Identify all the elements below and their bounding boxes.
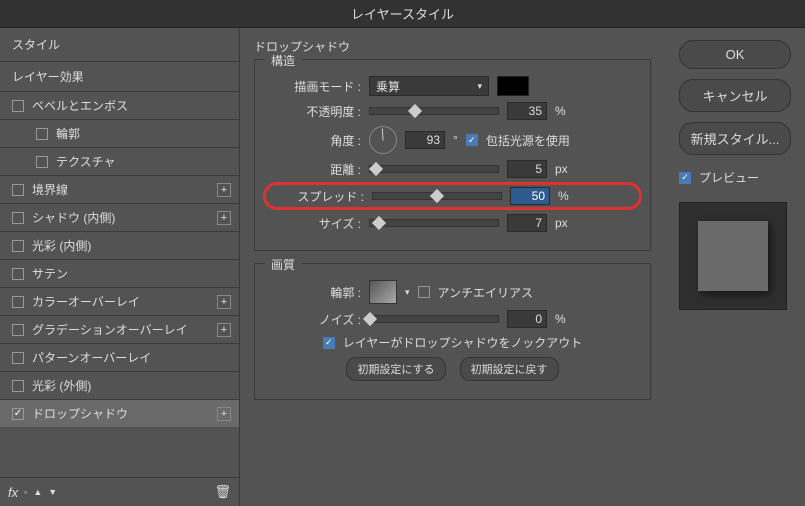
effect-heading: ドロップシャドウ bbox=[254, 38, 651, 55]
checkbox-icon[interactable] bbox=[12, 408, 24, 420]
sidebar-item-drop-shadow[interactable]: ドロップシャドウ+ bbox=[0, 399, 239, 427]
main-panel: ドロップシャドウ 構造 描画モード : 乗算▾ 不透明度 : % 角度 : ° … bbox=[240, 28, 665, 506]
reset-default-button[interactable]: 初期設定に戻す bbox=[460, 357, 559, 381]
spread-slider[interactable] bbox=[372, 192, 502, 200]
quality-panel: 画質 輪郭 : ▾ アンチエイリアス ノイズ : % レイヤーがドロップシャドウ… bbox=[254, 263, 651, 400]
structure-panel: 構造 描画モード : 乗算▾ 不透明度 : % 角度 : ° 包括光源を使用 bbox=[254, 59, 651, 251]
spread-label: スプレッド : bbox=[272, 188, 364, 205]
chevron-down-icon: ▾ bbox=[477, 81, 482, 92]
ok-button[interactable]: OK bbox=[679, 40, 791, 69]
checkbox-icon[interactable] bbox=[12, 184, 24, 196]
contour-label: 輪郭 : bbox=[269, 284, 361, 301]
noise-input[interactable] bbox=[507, 310, 547, 328]
arrow-down-icon[interactable]: ▼ bbox=[48, 487, 57, 497]
quality-legend: 画質 bbox=[265, 256, 301, 273]
fx-icon[interactable]: fx bbox=[8, 485, 18, 500]
noise-slider[interactable] bbox=[369, 315, 499, 323]
preview-box bbox=[679, 202, 787, 310]
opacity-slider[interactable] bbox=[369, 107, 499, 115]
sidebar-item-color-overlay[interactable]: カラーオーバーレイ+ bbox=[0, 287, 239, 315]
checkbox-icon[interactable] bbox=[12, 352, 24, 364]
sidebar-item-satin[interactable]: サテン bbox=[0, 259, 239, 287]
contour-picker[interactable] bbox=[369, 280, 397, 304]
sidebar-item-gradient-overlay[interactable]: グラデーションオーバーレイ+ bbox=[0, 315, 239, 343]
checkbox-icon[interactable] bbox=[36, 128, 48, 140]
cancel-button[interactable]: キャンセル bbox=[679, 79, 791, 112]
checkbox-icon[interactable] bbox=[12, 212, 24, 224]
new-style-button[interactable]: 新規スタイル... bbox=[679, 122, 791, 155]
sidebar-item-inner-shadow[interactable]: シャドウ (内側)+ bbox=[0, 203, 239, 231]
distance-slider[interactable] bbox=[369, 165, 499, 173]
plus-icon[interactable]: + bbox=[217, 295, 231, 309]
knockout-checkbox[interactable] bbox=[323, 337, 335, 349]
size-label: サイズ : bbox=[269, 215, 361, 232]
sidebar-item-inner-glow[interactable]: 光彩 (内側) bbox=[0, 231, 239, 259]
angle-label: 角度 : bbox=[269, 132, 361, 149]
blend-mode-dropdown[interactable]: 乗算▾ bbox=[369, 76, 489, 96]
sidebar-item-outer-glow[interactable]: 光彩 (外側) bbox=[0, 371, 239, 399]
distance-input[interactable] bbox=[507, 160, 547, 178]
checkbox-icon[interactable] bbox=[36, 156, 48, 168]
opacity-input[interactable] bbox=[507, 102, 547, 120]
blend-mode-label: 描画モード : bbox=[269, 78, 361, 95]
sidebar: スタイル レイヤー効果 ベベルとエンボス 輪郭 テクスチャ 境界線+ シャドウ … bbox=[0, 28, 240, 506]
sidebar-footer: fx▫ ▲ ▼ 🗑 bbox=[0, 477, 239, 506]
angle-dial[interactable] bbox=[369, 126, 397, 154]
antialias-label: アンチエイリアス bbox=[438, 284, 534, 301]
trash-icon[interactable]: 🗑 bbox=[214, 484, 231, 500]
sidebar-styles-header[interactable]: スタイル bbox=[0, 28, 239, 61]
plus-icon[interactable]: + bbox=[217, 323, 231, 337]
preview-swatch bbox=[698, 221, 768, 291]
sidebar-effects-header[interactable]: レイヤー効果 bbox=[0, 61, 239, 91]
color-swatch[interactable] bbox=[497, 76, 529, 96]
opacity-label: 不透明度 : bbox=[269, 103, 361, 120]
plus-icon[interactable]: + bbox=[217, 211, 231, 225]
make-default-button[interactable]: 初期設定にする bbox=[346, 357, 445, 381]
distance-label: 距離 : bbox=[269, 161, 361, 178]
size-input[interactable] bbox=[507, 214, 547, 232]
plus-icon[interactable]: + bbox=[217, 183, 231, 197]
sidebar-item-texture[interactable]: テクスチャ bbox=[0, 147, 239, 175]
plus-icon[interactable]: + bbox=[217, 407, 231, 421]
window-title: レイヤースタイル bbox=[0, 0, 805, 28]
structure-legend: 構造 bbox=[265, 52, 301, 69]
sidebar-item-bevel[interactable]: ベベルとエンボス bbox=[0, 91, 239, 119]
size-slider[interactable] bbox=[369, 219, 499, 227]
sidebar-item-contour[interactable]: 輪郭 bbox=[0, 119, 239, 147]
checkbox-icon[interactable] bbox=[12, 296, 24, 308]
sidebar-item-stroke[interactable]: 境界線+ bbox=[0, 175, 239, 203]
preview-checkbox[interactable] bbox=[679, 172, 691, 184]
checkbox-icon[interactable] bbox=[12, 240, 24, 252]
checkbox-icon[interactable] bbox=[12, 324, 24, 336]
checkbox-icon[interactable] bbox=[12, 268, 24, 280]
spread-input[interactable] bbox=[510, 187, 550, 205]
right-column: OK キャンセル 新規スタイル... プレビュー bbox=[665, 28, 805, 506]
checkbox-icon[interactable] bbox=[12, 380, 24, 392]
preview-label: プレビュー bbox=[699, 169, 759, 186]
spread-row-highlight: スプレッド : % bbox=[263, 182, 642, 210]
global-light-checkbox[interactable] bbox=[466, 134, 478, 146]
angle-input[interactable] bbox=[405, 131, 445, 149]
knockout-label: レイヤーがドロップシャドウをノックアウト bbox=[343, 334, 582, 351]
arrow-up-icon[interactable]: ▲ bbox=[33, 487, 42, 497]
noise-label: ノイズ : bbox=[269, 311, 361, 328]
antialias-checkbox[interactable] bbox=[418, 286, 430, 298]
sidebar-item-pattern-overlay[interactable]: パターンオーバーレイ bbox=[0, 343, 239, 371]
global-light-label: 包括光源を使用 bbox=[486, 132, 570, 149]
checkbox-icon[interactable] bbox=[12, 100, 24, 112]
